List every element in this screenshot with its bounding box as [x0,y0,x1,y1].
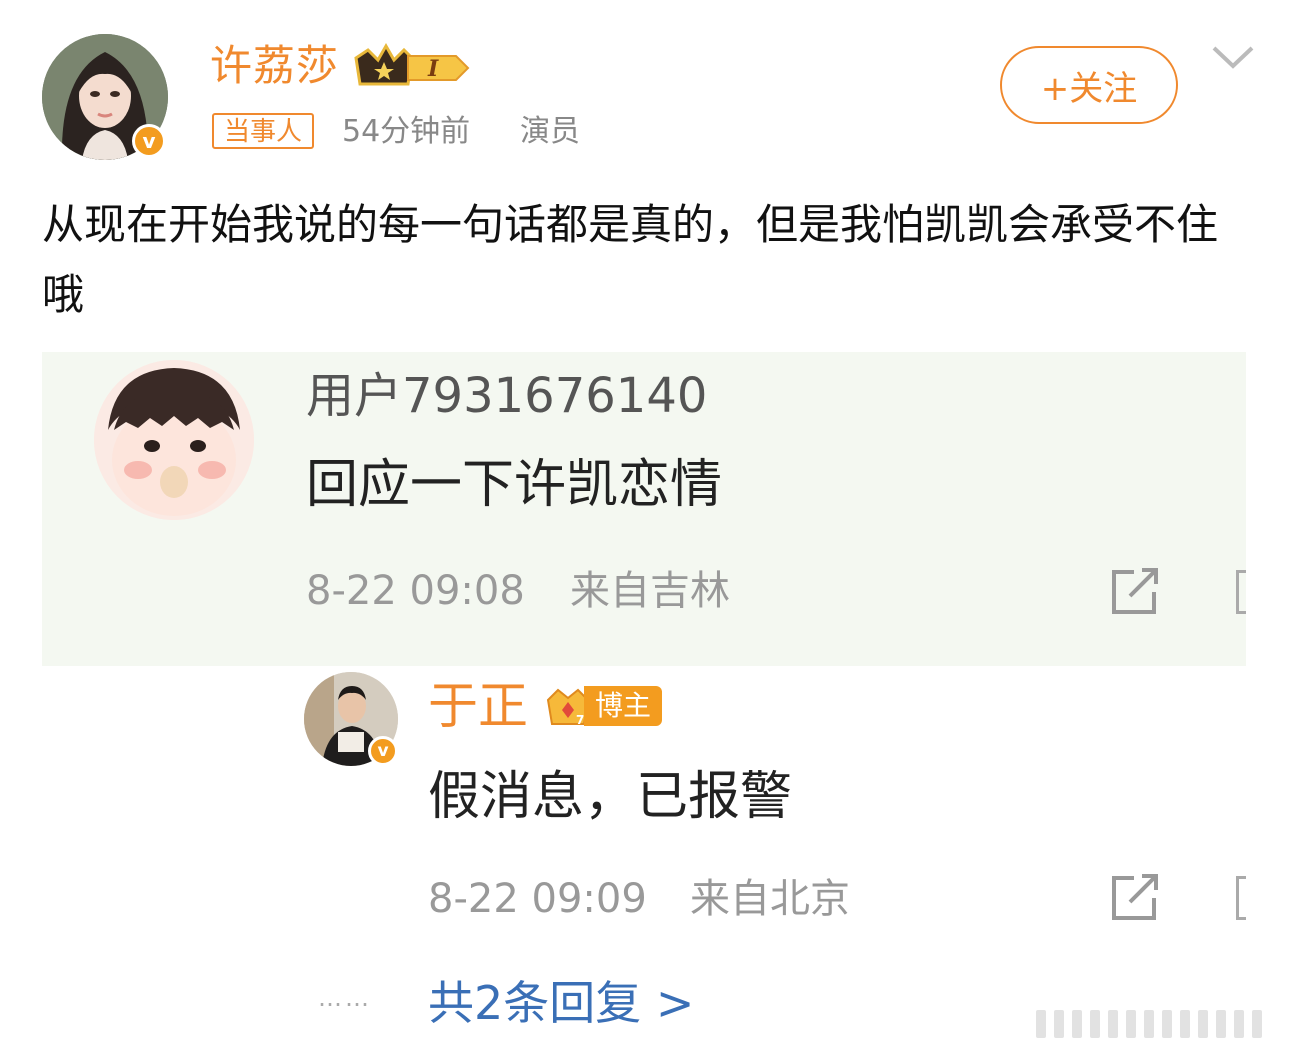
watermark-pattern [1030,1004,1280,1044]
comment-text: 回应一下许凯恋情 [306,455,723,515]
cropped-icon-edge [1236,570,1246,614]
commenter-avatar [94,360,254,520]
comment-date: 8-22 09:08 [306,568,525,614]
share-edit-icon[interactable] [1108,872,1164,924]
comment-location: 来自吉林 [570,568,730,614]
post-text: 从现在开始我说的每一句话都是真的，但是我怕凯凯会承受不住哦 [42,200,1219,319]
cropped-icon-edge [1236,876,1246,920]
party-tag: 当事人 [212,113,315,149]
verified-v-icon: v [368,736,398,766]
level-badge-text: I [427,56,439,82]
reply-date: 8-22 09:09 [428,876,647,922]
reply-location: 来自北京 [690,876,850,922]
share-edit-icon[interactable] [1108,566,1164,618]
author-name[interactable]: 许荔莎 [210,38,339,94]
post-time: 54分钟前 [342,114,471,149]
verified-v-icon: v [132,124,166,158]
replier-name[interactable]: 于正 [428,674,528,738]
blogger-badge: 博主 [584,686,662,726]
follow-button[interactable]: +关注 [1000,46,1178,124]
reply-text: 假消息，已报警 [428,767,793,827]
commenter-name[interactable]: 用户7931676140 [306,366,707,426]
chevron-down-icon[interactable] [1210,40,1256,74]
ellipsis-icon: …… [318,984,372,1012]
more-replies-link[interactable]: 共2条回复 > [428,972,694,1034]
author-role: 演员 [520,114,580,149]
crown-level-icon[interactable]: I [352,42,472,92]
